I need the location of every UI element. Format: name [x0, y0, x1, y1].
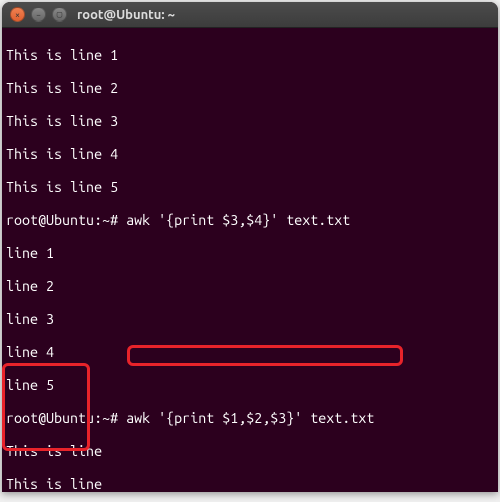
prompt-symbol: # — [110, 410, 118, 426]
output-line: This is line 3 — [6, 113, 494, 130]
prompt-symbol: # — [110, 212, 118, 228]
prompt-line: root@Ubuntu:~# awk '{print $3,$4}' text.… — [6, 212, 494, 229]
prompt-path: ~ — [102, 212, 110, 228]
output-line: line 4 — [6, 344, 494, 361]
maximize-icon[interactable]: ▢ — [52, 7, 67, 22]
titlebar[interactable]: × – ▢ root@Ubuntu: ~ — [2, 2, 498, 28]
prompt-user: root@Ubuntu — [6, 410, 94, 426]
output-line: line 5 — [6, 377, 494, 394]
output-line: This is line 1 — [6, 47, 494, 64]
terminal-window: × – ▢ root@Ubuntu: ~ This is line 1 This… — [2, 2, 498, 492]
output-line: line 3 — [6, 311, 494, 328]
output-line: line 1 — [6, 245, 494, 262]
command-text: awk '{print $3,$4}' text.txt — [126, 212, 350, 228]
window-controls: × – ▢ — [10, 7, 67, 22]
terminal-body[interactable]: This is line 1 This is line 2 This is li… — [2, 28, 498, 492]
output-line: This is line — [6, 476, 494, 493]
minimize-icon[interactable]: – — [31, 7, 46, 22]
window-title: root@Ubuntu: ~ — [77, 8, 175, 22]
prompt-line: root@Ubuntu:~# awk '{print $1,$2,$3}' te… — [6, 410, 494, 427]
command-text: awk '{print $1,$2,$3}' text.txt — [126, 410, 374, 426]
output-line: This is line 5 — [6, 179, 494, 196]
prompt-user: root@Ubuntu — [6, 212, 94, 228]
close-icon[interactable]: × — [10, 7, 25, 22]
prompt-path: ~ — [102, 410, 110, 426]
output-line: This is line 4 — [6, 146, 494, 163]
output-line: This is line — [6, 443, 494, 460]
output-line: line 2 — [6, 278, 494, 295]
output-line: This is line 2 — [6, 80, 494, 97]
